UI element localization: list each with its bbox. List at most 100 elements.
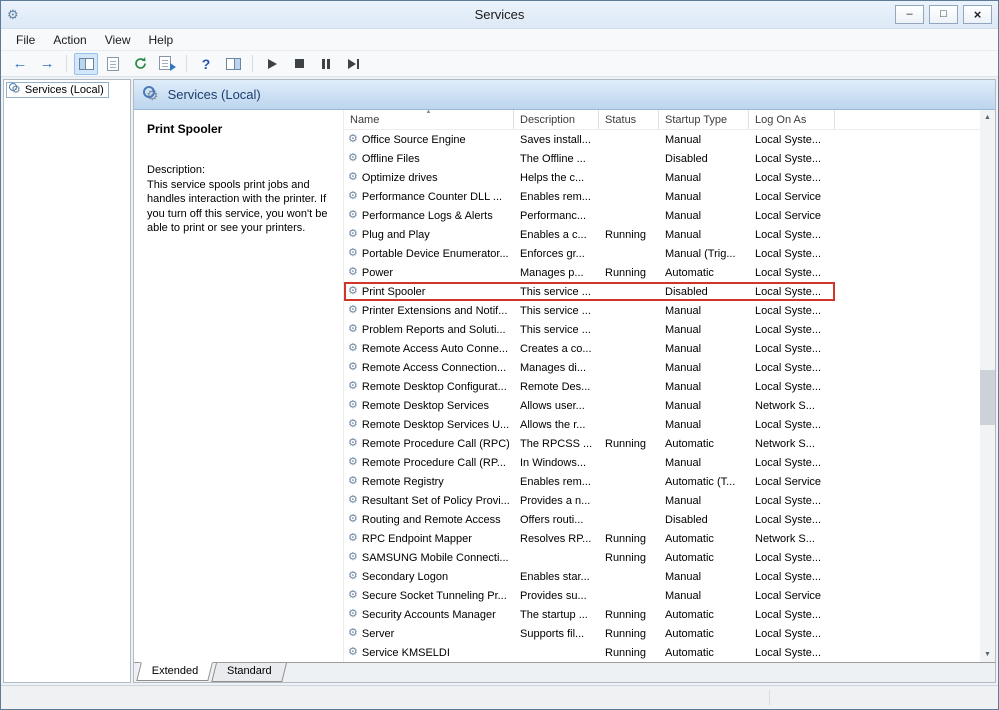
service-name-text: Portable Device Enumerator... — [362, 248, 509, 260]
table-row[interactable]: ⚙ServerSupports fil...RunningAutomaticLo… — [344, 624, 980, 643]
service-log-on-as-cell: Local Syste... — [749, 548, 835, 567]
menu-view[interactable]: View — [96, 31, 140, 49]
table-row[interactable]: ⚙Problem Reports and Soluti...This servi… — [344, 320, 980, 339]
table-row[interactable]: ⚙Remote Desktop Configurat...Remote Des.… — [344, 377, 980, 396]
service-startup-type-cell: Automatic — [659, 643, 749, 662]
column-header-status[interactable]: Status — [599, 110, 659, 129]
service-startup-type-cell: Manual — [659, 225, 749, 244]
table-row[interactable]: ⚙Service KMSELDIRunningAutomaticLocal Sy… — [344, 643, 980, 662]
pause-service-button[interactable] — [314, 53, 338, 75]
restart-icon — [348, 59, 359, 69]
service-description-cell — [514, 643, 599, 662]
back-button[interactable]: ← — [8, 53, 32, 75]
vertical-scrollbar: ▲ ▼ — [980, 110, 995, 662]
refresh-button[interactable] — [128, 53, 152, 75]
result-pane-header: ⚙ Services (Local) — [134, 80, 995, 110]
restart-service-button[interactable] — [341, 53, 365, 75]
column-header-filler — [835, 110, 980, 129]
service-name-text: Office Source Engine — [362, 134, 466, 146]
forward-button[interactable]: → — [35, 53, 59, 75]
scroll-down-button[interactable]: ▼ — [980, 647, 995, 662]
table-row[interactable]: ⚙SAMSUNG Mobile Connecti...RunningAutoma… — [344, 548, 980, 567]
service-name-cell: ⚙Portable Device Enumerator... — [344, 244, 514, 263]
service-log-on-as-cell: Local Syste... — [749, 130, 835, 149]
service-status-cell — [599, 472, 659, 491]
show-action-pane-button[interactable] — [221, 53, 245, 75]
column-header-name[interactable]: Name ▲ — [344, 110, 514, 129]
start-service-button[interactable] — [260, 53, 284, 75]
properties-button[interactable] — [101, 53, 125, 75]
service-description-cell: Supports fil... — [514, 624, 599, 643]
service-status-cell: Running — [599, 529, 659, 548]
table-row[interactable]: ⚙Remote Procedure Call (RP...In Windows.… — [344, 453, 980, 472]
service-name-text: Remote Access Auto Conne... — [362, 343, 508, 355]
table-row[interactable]: ⚙Secure Socket Tunneling Pr...Provides s… — [344, 586, 980, 605]
service-name-cell: ⚙Printer Extensions and Notif... — [344, 301, 514, 320]
table-row[interactable]: ⚙Optimize drivesHelps the c...ManualLoca… — [344, 168, 980, 187]
table-row[interactable]: ⚙PowerManages p...RunningAutomaticLocal … — [344, 263, 980, 282]
title-bar[interactable]: ⚙ Services – □ × — [1, 1, 998, 29]
export-list-icon — [159, 56, 175, 71]
menu-file[interactable]: File — [7, 31, 44, 49]
service-startup-type-cell: Automatic — [659, 434, 749, 453]
tab-extended-label: Extended — [152, 665, 198, 677]
table-row[interactable]: ⚙Plug and PlayEnables a c...RunningManua… — [344, 225, 980, 244]
service-status-cell — [599, 168, 659, 187]
close-button[interactable]: × — [963, 5, 992, 24]
table-row[interactable]: ⚙Remote Desktop Services U...Allows the … — [344, 415, 980, 434]
table-row[interactable]: ⚙Office Source EngineSaves install...Man… — [344, 130, 980, 149]
table-row[interactable]: ⚙Remote Procedure Call (RPC)The RPCSS ..… — [344, 434, 980, 453]
table-row[interactable]: ⚙Resultant Set of Policy Provi...Provide… — [344, 491, 980, 510]
stop-icon — [295, 59, 304, 68]
table-row[interactable]: ⚙Remote Access Auto Conne...Creates a co… — [344, 339, 980, 358]
service-name-text: Resultant Set of Policy Provi... — [362, 495, 510, 507]
service-description-cell: Enables star... — [514, 567, 599, 586]
service-log-on-as-cell: Local Syste... — [749, 149, 835, 168]
table-row[interactable]: ⚙Security Accounts ManagerThe startup ..… — [344, 605, 980, 624]
table-row[interactable]: ⚙Secondary LogonEnables star...ManualLoc… — [344, 567, 980, 586]
table-row[interactable]: ⚙Printer Extensions and Notif...This ser… — [344, 301, 980, 320]
service-startup-type-cell: Manual — [659, 130, 749, 149]
service-startup-type-cell: Automatic — [659, 605, 749, 624]
service-gear-icon: ⚙ — [348, 609, 358, 620]
selected-service-name: Print Spooler — [147, 122, 330, 136]
table-row[interactable]: ⚙Performance Logs & AlertsPerformanc...M… — [344, 206, 980, 225]
table-row[interactable]: ⚙Routing and Remote AccessOffers routi..… — [344, 510, 980, 529]
column-header-description[interactable]: Description — [514, 110, 599, 129]
column-header-startup-type[interactable]: Startup Type — [659, 110, 749, 129]
service-name-text: Secondary Logon — [362, 571, 448, 583]
service-name-cell: ⚙Plug and Play — [344, 225, 514, 244]
column-header-log-on-as[interactable]: Log On As — [749, 110, 835, 129]
service-status-cell — [599, 301, 659, 320]
table-row[interactable]: ⚙Remote Desktop ServicesAllows user...Ma… — [344, 396, 980, 415]
table-row[interactable]: ⚙RPC Endpoint MapperResolves RP...Runnin… — [344, 529, 980, 548]
export-list-button[interactable] — [155, 53, 179, 75]
tab-extended[interactable]: Extended — [136, 662, 213, 681]
service-description-cell: Helps the c... — [514, 168, 599, 187]
table-row[interactable]: ⚙Performance Counter DLL ...Enables rem.… — [344, 187, 980, 206]
table-row[interactable]: ⚙Offline FilesThe Offline ...DisabledLoc… — [344, 149, 980, 168]
service-startup-type-cell: Manual — [659, 358, 749, 377]
menu-action[interactable]: Action — [44, 31, 95, 49]
show-console-tree-button[interactable] — [74, 53, 98, 75]
service-name-cell: ⚙Remote Registry — [344, 472, 514, 491]
scroll-up-button[interactable]: ▲ — [980, 110, 995, 125]
table-row[interactable]: ⚙Portable Device Enumerator...Enforces g… — [344, 244, 980, 263]
service-startup-type-cell: Manual — [659, 567, 749, 586]
maximize-button[interactable]: □ — [929, 5, 958, 24]
menu-help[interactable]: Help — [140, 31, 183, 49]
service-name-text: Print Spooler — [362, 286, 426, 298]
table-row[interactable]: ⚙Remote RegistryEnables rem...Automatic … — [344, 472, 980, 491]
table-row[interactable]: ⚙Print SpoolerThis service ...DisabledLo… — [344, 282, 980, 301]
minimize-button[interactable]: – — [895, 5, 924, 24]
tree-node-services-local[interactable]: ⚙ Services (Local) — [6, 82, 109, 98]
stop-service-button[interactable] — [287, 53, 311, 75]
refresh-icon — [133, 56, 148, 71]
help-button[interactable]: ? — [194, 53, 218, 75]
service-log-on-as-cell: Local Syste... — [749, 320, 835, 339]
scroll-thumb[interactable] — [980, 370, 995, 425]
service-log-on-as-cell: Local Syste... — [749, 453, 835, 472]
service-log-on-as-cell: Network S... — [749, 434, 835, 453]
table-row[interactable]: ⚙Remote Access Connection...Manages di..… — [344, 358, 980, 377]
tab-standard[interactable]: Standard — [212, 663, 287, 682]
